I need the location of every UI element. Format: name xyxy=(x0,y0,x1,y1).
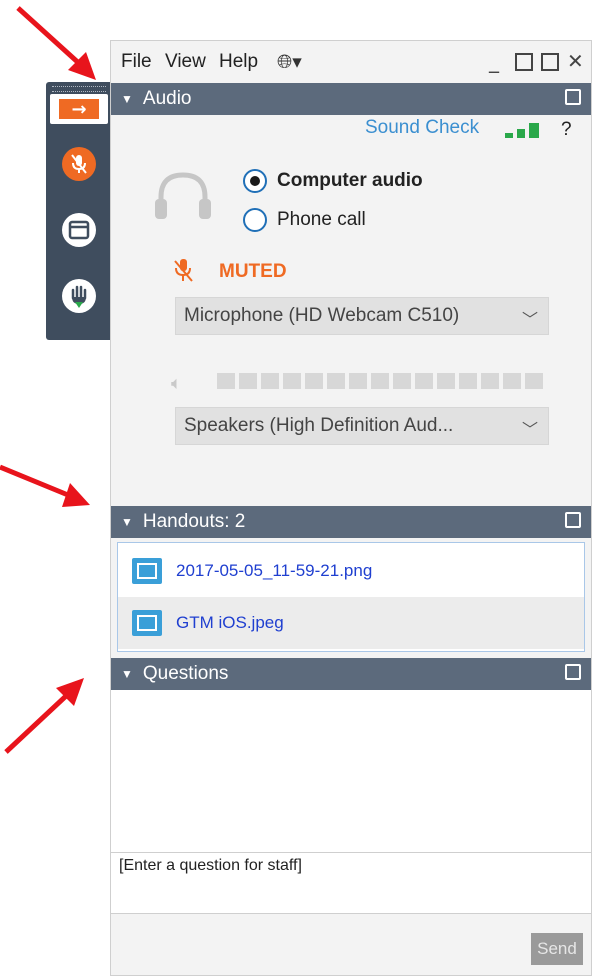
phone-call-label: Phone call xyxy=(277,209,366,230)
language-globe-icon[interactable]: 🌐︎▾ xyxy=(277,51,302,73)
microphone-select[interactable]: Microphone (HD Webcam C510) ﹀ xyxy=(175,297,549,335)
maximize-icon[interactable] xyxy=(515,53,533,71)
popout-section-icon[interactable] xyxy=(565,512,581,528)
minimize-icon[interactable]: _ xyxy=(489,49,499,73)
screen-view-button[interactable] xyxy=(55,206,103,254)
annotation-arrow-bottom xyxy=(4,678,84,754)
collapse-triangle-icon: ▼ xyxy=(121,667,133,681)
send-button[interactable]: Send xyxy=(531,933,583,965)
speakers-select[interactable]: Speakers (High Definition Aud... ﹀ xyxy=(175,407,549,445)
headset-icon xyxy=(155,172,211,219)
side-toolbar: → xyxy=(46,82,112,340)
popout-icon[interactable] xyxy=(541,53,559,71)
annotation-arrow-top xyxy=(16,6,96,80)
window-icon xyxy=(62,213,96,247)
speakers-select-value: Speakers (High Definition Aud... xyxy=(184,415,454,436)
handout-file-name: 2017-05-05_11-59-21.png xyxy=(176,561,373,580)
collapse-triangle-icon: ▼ xyxy=(121,515,133,529)
image-file-icon xyxy=(132,610,162,636)
popout-section-icon[interactable] xyxy=(565,664,581,680)
microphone-select-value: Microphone (HD Webcam C510) xyxy=(184,305,460,326)
questions-header-title: Questions xyxy=(142,663,229,684)
handouts-section-header[interactable]: ▼ Handouts: 2 xyxy=(111,506,591,538)
control-panel-window: File View Help 🌐︎▾ _ ✕ ▼ Audio Sound Che… xyxy=(110,40,592,976)
menu-view[interactable]: View xyxy=(165,51,206,73)
menu-bar: File View Help 🌐︎▾ _ ✕ xyxy=(111,41,591,83)
mute-microphone-button[interactable] xyxy=(55,140,103,188)
computer-audio-label: Computer audio xyxy=(277,170,423,191)
chevron-down-icon: ﹀ xyxy=(521,312,538,329)
questions-section-header[interactable]: ▼ Questions xyxy=(111,658,591,690)
handout-file-item[interactable]: 2017-05-05_11-59-21.png xyxy=(118,545,584,597)
help-question-icon[interactable]: ? xyxy=(561,119,572,141)
question-input-placeholder: [Enter a question for staff] xyxy=(119,857,302,874)
audio-header-title: Audio xyxy=(142,88,192,109)
menu-help[interactable]: Help xyxy=(219,51,258,73)
expand-panel-button[interactable]: → xyxy=(50,94,108,124)
collapse-triangle-icon: ▼ xyxy=(121,92,133,106)
handout-file-item[interactable]: GTM iOS.jpeg xyxy=(118,597,584,649)
audio-panel: Sound Check ? Computer audio Phone call … xyxy=(111,115,591,505)
sound-check-link[interactable]: Sound Check xyxy=(365,117,479,139)
menu-file[interactable]: File xyxy=(121,51,152,73)
handouts-header-title: Handouts: 2 xyxy=(142,511,246,532)
toolbar-grip[interactable] xyxy=(52,86,106,92)
handout-file-name: GTM iOS.jpeg xyxy=(176,613,284,632)
chevron-down-icon: ﹀ xyxy=(521,422,538,439)
computer-audio-radio[interactable] xyxy=(243,169,267,193)
popout-section-icon[interactable] xyxy=(565,89,581,105)
raise-hand-icon xyxy=(62,279,96,313)
muted-status: MUTED xyxy=(219,261,287,282)
raise-hand-button[interactable] xyxy=(55,272,103,320)
annotation-arrow-middle xyxy=(0,464,90,507)
close-icon[interactable]: ✕ xyxy=(567,49,584,73)
image-file-icon xyxy=(132,558,162,584)
phone-call-radio[interactable] xyxy=(243,208,267,232)
muted-mic-small-icon xyxy=(174,259,193,282)
audio-section-header[interactable]: ▼ Audio xyxy=(111,83,591,115)
questions-log xyxy=(111,690,591,852)
muted-microphone-icon xyxy=(62,147,96,181)
speaker-volume-icon: 🔈︎ xyxy=(171,373,182,394)
arrow-right-icon: → xyxy=(71,98,87,120)
question-input[interactable]: [Enter a question for staff] xyxy=(111,852,591,914)
signal-strength-icon xyxy=(505,123,539,138)
handouts-list: 2017-05-05_11-59-21.png GTM iOS.jpeg xyxy=(117,542,585,652)
